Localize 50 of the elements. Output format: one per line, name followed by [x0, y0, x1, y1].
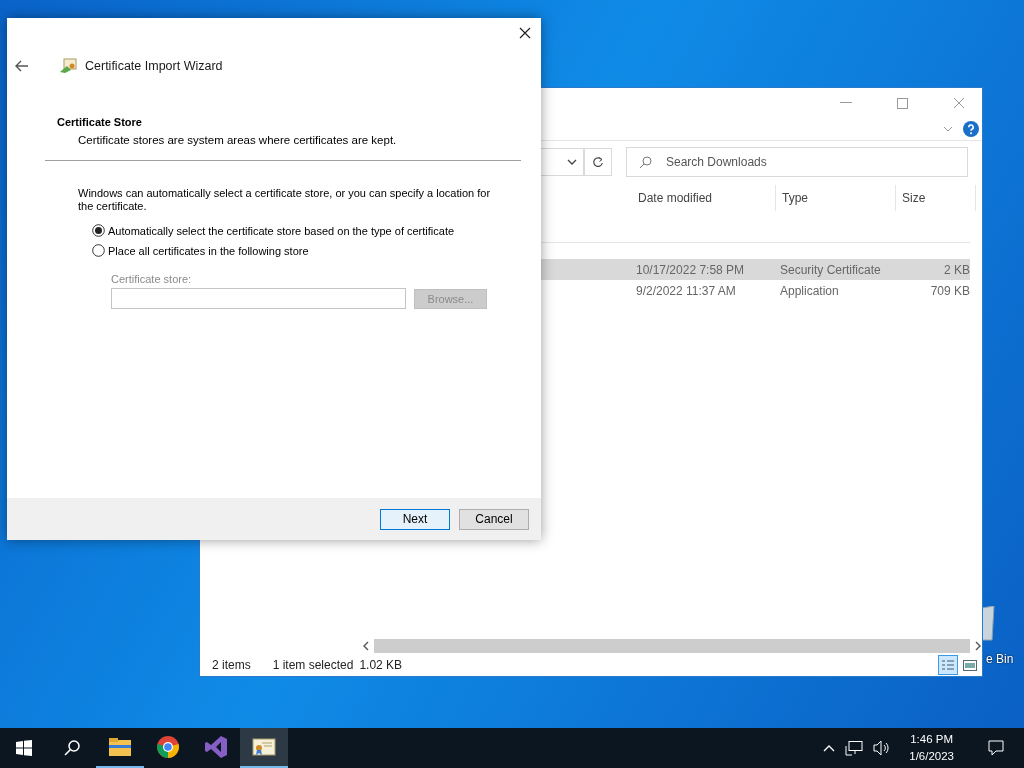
- refresh-button[interactable]: [584, 148, 612, 176]
- scroll-left-icon[interactable]: [362, 641, 370, 651]
- refresh-icon: [592, 156, 604, 168]
- maximize-icon[interactable]: [897, 97, 908, 109]
- scroll-right-icon[interactable]: [974, 641, 982, 651]
- taskbar-app-button[interactable]: [240, 728, 288, 768]
- close-icon[interactable]: [953, 97, 965, 109]
- speaker-icon[interactable]: [873, 740, 892, 756]
- page-subheading: Certificate stores are system areas where certificates are kept.: [78, 134, 398, 146]
- network-icon[interactable]: [845, 740, 864, 756]
- folder-icon: [108, 737, 132, 757]
- column-header[interactable]: Size: [896, 185, 976, 211]
- scrollbar-thumb[interactable]: [374, 639, 970, 653]
- desktop-icon-label[interactable]: e Bin: [986, 652, 1014, 666]
- column-header[interactable]: Date modified: [632, 185, 776, 211]
- chevron-down-icon[interactable]: [567, 159, 577, 165]
- status-text: 1 item selected: [272, 658, 354, 672]
- page-heading: Certificate Store: [57, 116, 143, 128]
- status-text: 1.02 KB: [359, 658, 403, 672]
- back-arrow-icon[interactable]: [15, 60, 29, 72]
- status-text: 2 items: [212, 658, 251, 672]
- date-cell-text: 10/17/2022 7:58 PM: [635, 262, 746, 277]
- type-cell-text: Security Certificate: [779, 262, 882, 277]
- search-icon: [639, 155, 652, 169]
- browser-icon: [156, 735, 180, 759]
- minimize-icon[interactable]: [840, 102, 852, 104]
- windows-logo-icon: [16, 740, 32, 756]
- size-cell-text: 2 KB: [943, 262, 970, 277]
- radio-option[interactable]: Automatically select the certificate store based on the type of certificate: [92, 224, 521, 237]
- column-header[interactable]: Type: [776, 185, 896, 211]
- field-label: Certificate store:: [111, 273, 193, 285]
- close-button[interactable]: [518, 26, 532, 40]
- chevron-up-icon[interactable]: [823, 744, 836, 752]
- radio-option[interactable]: Place all certificates in the following store: [92, 244, 521, 257]
- speech-bubble-icon: [988, 740, 1004, 756]
- clock[interactable]: 1:46 PM 1/6/2023: [909, 731, 954, 765]
- search-field[interactable]: Search Downloads: [626, 147, 968, 177]
- search-icon: [64, 740, 80, 756]
- size-cell-text: 709 KB: [929, 283, 970, 298]
- certificate-icon: [252, 737, 276, 757]
- certificate-icon: [59, 58, 77, 74]
- dialog-button[interactable]: Cancel: [459, 508, 529, 530]
- close-icon: [518, 26, 532, 40]
- infinity-logo-icon: [204, 735, 228, 759]
- date-cell-text: 9/2/2022 11:37 AM: [635, 283, 737, 298]
- window-title: Certificate Import Wizard: [85, 59, 223, 73]
- help-icon[interactable]: [963, 121, 979, 137]
- dialog-button[interactable]: Next: [380, 508, 450, 530]
- intro-text: Windows can automatically select a certificate store, or you can specify a location for the certificate.: [78, 187, 492, 213]
- type-cell-text: Application: [779, 283, 840, 298]
